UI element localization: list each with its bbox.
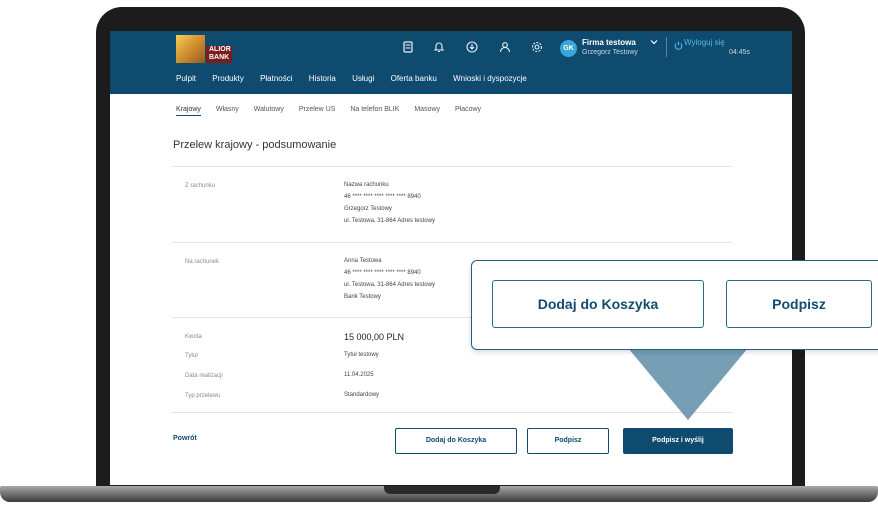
from-line-name: Nazwa rachunku bbox=[344, 182, 389, 188]
from-line-address: ul. Testowa, 31-864 Adres testowy bbox=[344, 218, 435, 224]
callout-sign-button[interactable]: Podpisz bbox=[726, 280, 872, 328]
to-line-address: ul. Testowa, 31-864 Adres testowy bbox=[344, 282, 435, 288]
nav-item-pulpit[interactable]: Pulpit bbox=[176, 74, 196, 83]
divider bbox=[172, 166, 732, 167]
nav-item-platnosci[interactable]: Płatności bbox=[260, 74, 292, 83]
sign-and-send-button[interactable]: Podpisz i wyślij bbox=[623, 428, 733, 454]
user-name: Grzegorz Testowy bbox=[582, 49, 638, 56]
main-nav: Pulpit Produkty Płatności Historia Usług… bbox=[176, 74, 541, 86]
to-account-details: Anna Testowa 46 **** **** **** **** ****… bbox=[344, 255, 435, 303]
tab-krajowy[interactable]: Krajowy bbox=[176, 106, 201, 116]
title-label: Tytuł bbox=[185, 353, 198, 359]
to-line-name: Anna Testowa bbox=[344, 258, 382, 264]
to-line-number: 46 **** **** **** **** **** 8940 bbox=[344, 270, 421, 276]
to-line-bank: Bank Testowy bbox=[344, 294, 381, 300]
from-account-label: Z rachunku bbox=[185, 183, 216, 189]
date-value: 11.04.2025 bbox=[344, 372, 374, 378]
callout-panel: Dodaj do Koszyka Podpisz bbox=[471, 260, 878, 350]
chevron-down-icon[interactable] bbox=[650, 38, 658, 48]
tab-walutowy[interactable]: Walutowy bbox=[254, 106, 284, 113]
laptop-notch bbox=[384, 486, 500, 494]
from-line-number: 46 **** **** **** **** **** 8940 bbox=[344, 194, 421, 200]
tab-wlasny[interactable]: Własny bbox=[216, 106, 239, 113]
session-timer: 04:45s bbox=[728, 49, 750, 56]
company-name[interactable]: Firma testowa bbox=[582, 38, 636, 47]
amount-label: Kwota bbox=[185, 334, 202, 340]
logo-line1: ALIOR bbox=[209, 46, 231, 53]
callout-add-to-cart-button[interactable]: Dodaj do Koszyka bbox=[492, 280, 704, 328]
logo-image bbox=[176, 35, 205, 63]
back-link[interactable]: Powrót bbox=[173, 435, 197, 442]
from-line-owner: Grzegorz Testowy bbox=[344, 206, 392, 212]
sign-button[interactable]: Podpisz bbox=[527, 428, 609, 454]
type-label: Typ przelewu bbox=[185, 393, 221, 399]
transfer-tabs: Krajowy Własny Walutowy Przelew US Na te… bbox=[176, 106, 494, 116]
bank-logo[interactable]: ALIOR BANK bbox=[176, 35, 232, 65]
callout-pointer bbox=[628, 348, 748, 420]
download-icon[interactable] bbox=[465, 41, 479, 55]
nav-item-oferta-banku[interactable]: Oferta banku bbox=[391, 74, 437, 83]
tab-masowy[interactable]: Masowy bbox=[414, 106, 440, 113]
settings-icon[interactable] bbox=[530, 41, 544, 55]
logo-text: ALIOR BANK bbox=[206, 46, 232, 63]
from-account-details: Nazwa rachunku 46 **** **** **** **** **… bbox=[344, 179, 435, 227]
logout-link[interactable]: Wyloguj się bbox=[684, 38, 725, 47]
tab-przelew-us[interactable]: Przelew US bbox=[299, 106, 336, 113]
nav-item-historia[interactable]: Historia bbox=[309, 74, 336, 83]
tab-placowy[interactable]: Płacowy bbox=[455, 106, 481, 113]
user-icon[interactable] bbox=[498, 41, 512, 55]
power-icon[interactable] bbox=[674, 37, 683, 50]
amount-value: 15 000,00 PLN bbox=[344, 332, 405, 342]
bell-icon[interactable] bbox=[432, 41, 446, 55]
divider bbox=[172, 242, 732, 243]
title-value: Tytuł testowy bbox=[344, 352, 379, 358]
avatar[interactable]: GK bbox=[560, 40, 577, 57]
add-to-cart-button[interactable]: Dodaj do Koszyka bbox=[395, 428, 517, 454]
tab-blik[interactable]: Na telefon BLIK bbox=[350, 106, 399, 113]
nav-item-produkty[interactable]: Produkty bbox=[212, 74, 244, 83]
nav-item-wnioski[interactable]: Wnioski i dyspozycje bbox=[453, 74, 527, 83]
date-label: Data realizacji bbox=[185, 373, 223, 379]
header-divider bbox=[666, 37, 667, 57]
nav-item-uslugi[interactable]: Usługi bbox=[352, 74, 374, 83]
page-title: Przelew krajowy - podsumowanie bbox=[173, 139, 337, 151]
logo-line2: BANK bbox=[209, 54, 230, 61]
to-account-label: Na rachunek bbox=[185, 259, 220, 265]
app-header: ALIOR BANK GK Firma testowa Grzegorz Tes… bbox=[110, 31, 792, 94]
type-value: Standardowy bbox=[344, 392, 380, 398]
calculator-icon[interactable] bbox=[401, 41, 415, 55]
